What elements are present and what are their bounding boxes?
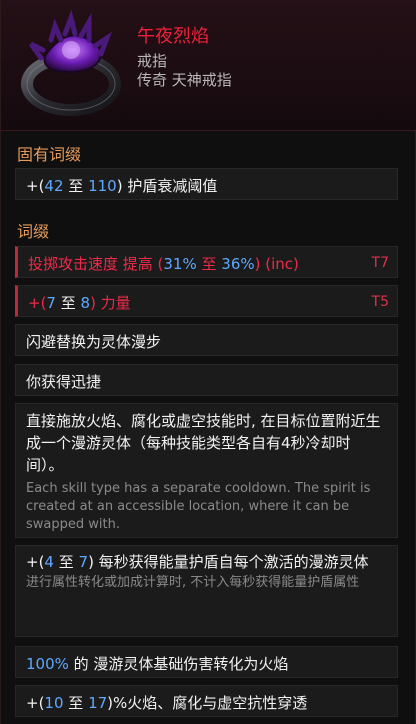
ring-icon (15, 9, 127, 122)
affix-text: ) (inc) (254, 255, 299, 273)
unique-mod-note: 进行属性转化或加成计算时, 不计入每秒获得能量护盾属性 (26, 575, 360, 590)
tier-badge: T7 (371, 255, 389, 271)
item-type: 戒指 (137, 52, 168, 70)
item-name: 午夜烈焰 (137, 26, 209, 47)
unique-mod-row-4[interactable]: +(4 至 7) 每秒获得能量护盾自每个激活的漫游灵体 进行属性转化或加成计算时… (15, 545, 398, 637)
tier-badge: T5 (371, 294, 389, 310)
affix-row-1[interactable]: 投掷攻击速度 提高 (31% 至 36%) (inc) T7 (15, 246, 398, 278)
unique-mod-row-3[interactable]: 直接施放火焰、腐化或虚空技能时, 在目标位置附近生成一个漫游灵体（每种技能类型各… (15, 403, 398, 538)
implicit-affix-row[interactable]: +(42 至 110) 护盾衰减阈值 (15, 168, 398, 200)
affix-range-sep: 至 (63, 177, 89, 195)
affix-max: 17 (88, 694, 108, 712)
unique-mod-row-2[interactable]: 你获得迅捷 (15, 364, 398, 396)
affix-min: 10 (44, 694, 64, 712)
unique-mod-row-1[interactable]: 闪避替换为灵体漫步 (15, 324, 398, 356)
affix-range-sep: 至 (63, 694, 89, 712)
affix-max: 7 (78, 553, 89, 571)
affix-range-sep: 至 (196, 255, 222, 273)
affix-text: +( (26, 177, 45, 195)
item-tooltip: 午夜烈焰 戒指 传奇 天神戒指 固有词缀 +(42 至 110) 护盾衰减阈值 … (0, 0, 416, 724)
affix-text: 的 漫游灵体基础伤害转化为火焰 (68, 655, 289, 673)
affix-range-sep: 至 (55, 294, 81, 312)
affix-max: 36% (221, 255, 255, 273)
unique-mod-row-6[interactable]: +(10 至 17)%火焰、腐化与虚空抗性穿透 (15, 685, 398, 717)
affix-text: 投掷攻击速度 提高 ( (28, 255, 164, 273)
affix-text: +( (26, 553, 45, 571)
tooltip-header: 午夜烈焰 戒指 传奇 天神戒指 (1, 0, 416, 131)
affix-text: )%火焰、腐化与虚空抗性穿透 (107, 694, 308, 712)
affix-max: 8 (80, 294, 91, 312)
item-rarity: 传奇 天神戒指 (137, 71, 232, 89)
affix-text: ) 每秒获得能量护盾自每个激活的漫游灵体 (88, 553, 369, 571)
affix-value: 100% (26, 655, 69, 673)
affix-min: 42 (44, 177, 64, 195)
unique-mod-text: 你获得迅捷 (26, 373, 102, 391)
unique-mod-text: 直接施放火焰、腐化或虚空技能时, 在目标位置附近生成一个漫游灵体（每种技能类型各… (26, 412, 381, 474)
unique-mod-text: 闪避替换为灵体漫步 (26, 333, 162, 351)
affix-text: ) 力量 (90, 294, 131, 312)
unique-mod-row-5[interactable]: 100% 的 漫游灵体基础伤害转化为火焰 (15, 646, 398, 678)
affix-min: 4 (44, 553, 54, 571)
unique-mod-note: Each skill type has a separate cooldown.… (26, 481, 371, 532)
affix-text: +( (28, 294, 47, 312)
affix-text: ) 护盾衰减阈值 (116, 177, 218, 195)
affix-min: 31% (163, 255, 197, 273)
affix-section-title: 词缀 (17, 222, 50, 241)
affix-row-2[interactable]: +(7 至 8) 力量 T5 (15, 285, 398, 317)
affix-text: +( (26, 694, 45, 712)
affix-min: 7 (46, 294, 56, 312)
implicit-section-title: 固有词缀 (17, 145, 82, 164)
affix-range-sep: 至 (53, 553, 79, 571)
affix-max: 110 (88, 177, 117, 195)
